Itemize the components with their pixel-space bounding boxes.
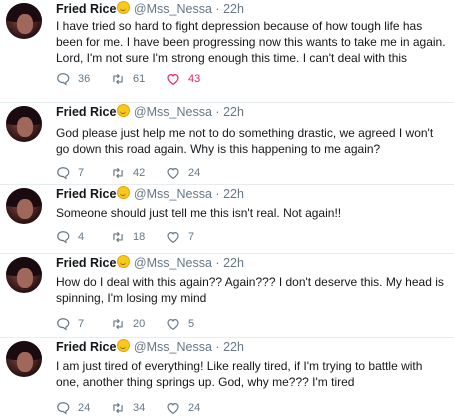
timestamp[interactable]: 22h (223, 256, 244, 270)
retweet-button[interactable]: 18 (111, 230, 166, 244)
grinning-face-icon (117, 1, 131, 14)
reply-icon (57, 167, 70, 180)
separator-dot: · (215, 256, 220, 270)
reply-icon (57, 231, 70, 244)
tweet[interactable]: Fried Rice @Mss_Nessa · 22h Someone shou… (0, 185, 454, 254)
user-handle[interactable]: @Mss_Nessa (134, 105, 212, 119)
like-count: 24 (188, 167, 201, 179)
heart-icon (167, 319, 179, 330)
tweet-actions: 24 34 24 (56, 399, 446, 417)
tweet-actions: 4 18 7 (56, 228, 446, 246)
heart-icon (167, 74, 179, 85)
tweet[interactable]: Fried Rice @Mss_Nessa · 22h How do I dea… (0, 254, 454, 338)
retweet-count: 20 (133, 318, 146, 330)
tweet-text: God please just help me not to do someth… (56, 126, 434, 156)
reply-button[interactable]: 36 (56, 72, 111, 86)
separator-dot: · (215, 2, 220, 16)
tweet-actions: 36 61 43 (56, 70, 446, 88)
tweet-text: I am just tired of everything! Like real… (56, 359, 423, 389)
like-button[interactable]: 43 (166, 72, 221, 86)
avatar[interactable] (6, 257, 42, 293)
avatar[interactable] (6, 106, 42, 142)
avatar[interactable] (6, 341, 42, 377)
tweet-actions: 7 42 24 (56, 164, 446, 182)
tweet-header: Fried Rice @Mss_Nessa · 22h (56, 186, 446, 202)
tweet[interactable]: Fried Rice @Mss_Nessa · 22h God please j… (0, 103, 454, 185)
avatar[interactable] (6, 3, 42, 39)
display-name[interactable]: Fried Rice (56, 340, 116, 354)
reply-button[interactable]: 4 (56, 230, 111, 244)
like-button[interactable]: 5 (166, 317, 221, 331)
like-count: 43 (188, 73, 201, 85)
reply-button[interactable]: 7 (56, 317, 111, 331)
reply-icon (57, 318, 70, 331)
separator-dot: · (215, 187, 220, 201)
tweet[interactable]: Fried Rice @Mss_Nessa · 22h I have tried… (0, 0, 454, 103)
separator-dot: · (215, 105, 220, 119)
retweet-button[interactable]: 42 (111, 166, 166, 180)
timestamp[interactable]: 22h (223, 2, 244, 16)
reply-count: 36 (78, 73, 91, 85)
like-count: 5 (188, 318, 195, 330)
retweet-icon (113, 167, 123, 179)
display-name[interactable]: Fried Rice (56, 187, 116, 201)
retweet-count: 34 (133, 402, 146, 414)
user-handle[interactable]: @Mss_Nessa (134, 340, 212, 354)
like-count: 24 (188, 402, 201, 414)
retweet-count: 42 (133, 167, 146, 179)
tweet-header: Fried Rice @Mss_Nessa · 22h (56, 339, 446, 355)
grinning-face-icon (117, 186, 131, 199)
reply-count: 7 (78, 318, 85, 330)
retweet-icon (113, 402, 123, 414)
like-count: 7 (188, 231, 195, 243)
retweet-icon (113, 318, 123, 330)
timestamp[interactable]: 22h (223, 105, 244, 119)
reply-button[interactable]: 24 (56, 401, 111, 415)
tweet-header: Fried Rice @Mss_Nessa · 22h (56, 1, 446, 17)
timestamp[interactable]: 22h (223, 340, 244, 354)
tweet-header: Fried Rice @Mss_Nessa · 22h (56, 255, 446, 271)
like-button[interactable]: 7 (166, 230, 221, 244)
reply-icon (57, 73, 70, 86)
retweet-button[interactable]: 20 (111, 317, 166, 331)
user-handle[interactable]: @Mss_Nessa (134, 187, 212, 201)
tweet-text: I have tried so hard to fight depression… (56, 19, 446, 65)
grinning-face-icon (117, 255, 131, 268)
heart-icon (167, 232, 179, 243)
retweet-button[interactable]: 61 (111, 72, 166, 86)
like-button[interactable]: 24 (166, 166, 221, 180)
retweet-icon (113, 73, 123, 85)
reply-count: 24 (78, 402, 91, 414)
tweet-feed: Fried Rice @Mss_Nessa · 22h I have tried… (0, 0, 454, 420)
grinning-face-icon (117, 339, 131, 352)
separator-dot: · (215, 340, 220, 354)
heart-icon (167, 168, 179, 179)
reply-icon (57, 402, 70, 415)
avatar[interactable] (6, 188, 42, 224)
grinning-face-icon (117, 104, 131, 117)
reply-count: 4 (78, 231, 85, 243)
user-handle[interactable]: @Mss_Nessa (134, 256, 212, 270)
retweet-button[interactable]: 34 (111, 401, 166, 415)
reply-count: 7 (78, 167, 85, 179)
heart-icon (167, 403, 179, 414)
tweet-text: How do I deal with this again?? Again???… (56, 275, 444, 305)
timestamp[interactable]: 22h (223, 187, 244, 201)
like-button[interactable]: 24 (166, 401, 221, 415)
display-name[interactable]: Fried Rice (56, 256, 116, 270)
tweet-header: Fried Rice @Mss_Nessa · 22h (56, 104, 446, 120)
retweet-count: 18 (133, 231, 146, 243)
tweet-actions: 7 20 5 (56, 315, 446, 333)
reply-button[interactable]: 7 (56, 166, 111, 180)
user-handle[interactable]: @Mss_Nessa (134, 2, 212, 16)
display-name[interactable]: Fried Rice (56, 2, 116, 16)
retweet-count: 61 (133, 73, 146, 85)
display-name[interactable]: Fried Rice (56, 105, 116, 119)
retweet-icon (113, 231, 123, 243)
tweet-text: Someone should just tell me this isn't r… (56, 206, 342, 220)
tweet[interactable]: Fried Rice @Mss_Nessa · 22h I am just ti… (0, 338, 454, 420)
